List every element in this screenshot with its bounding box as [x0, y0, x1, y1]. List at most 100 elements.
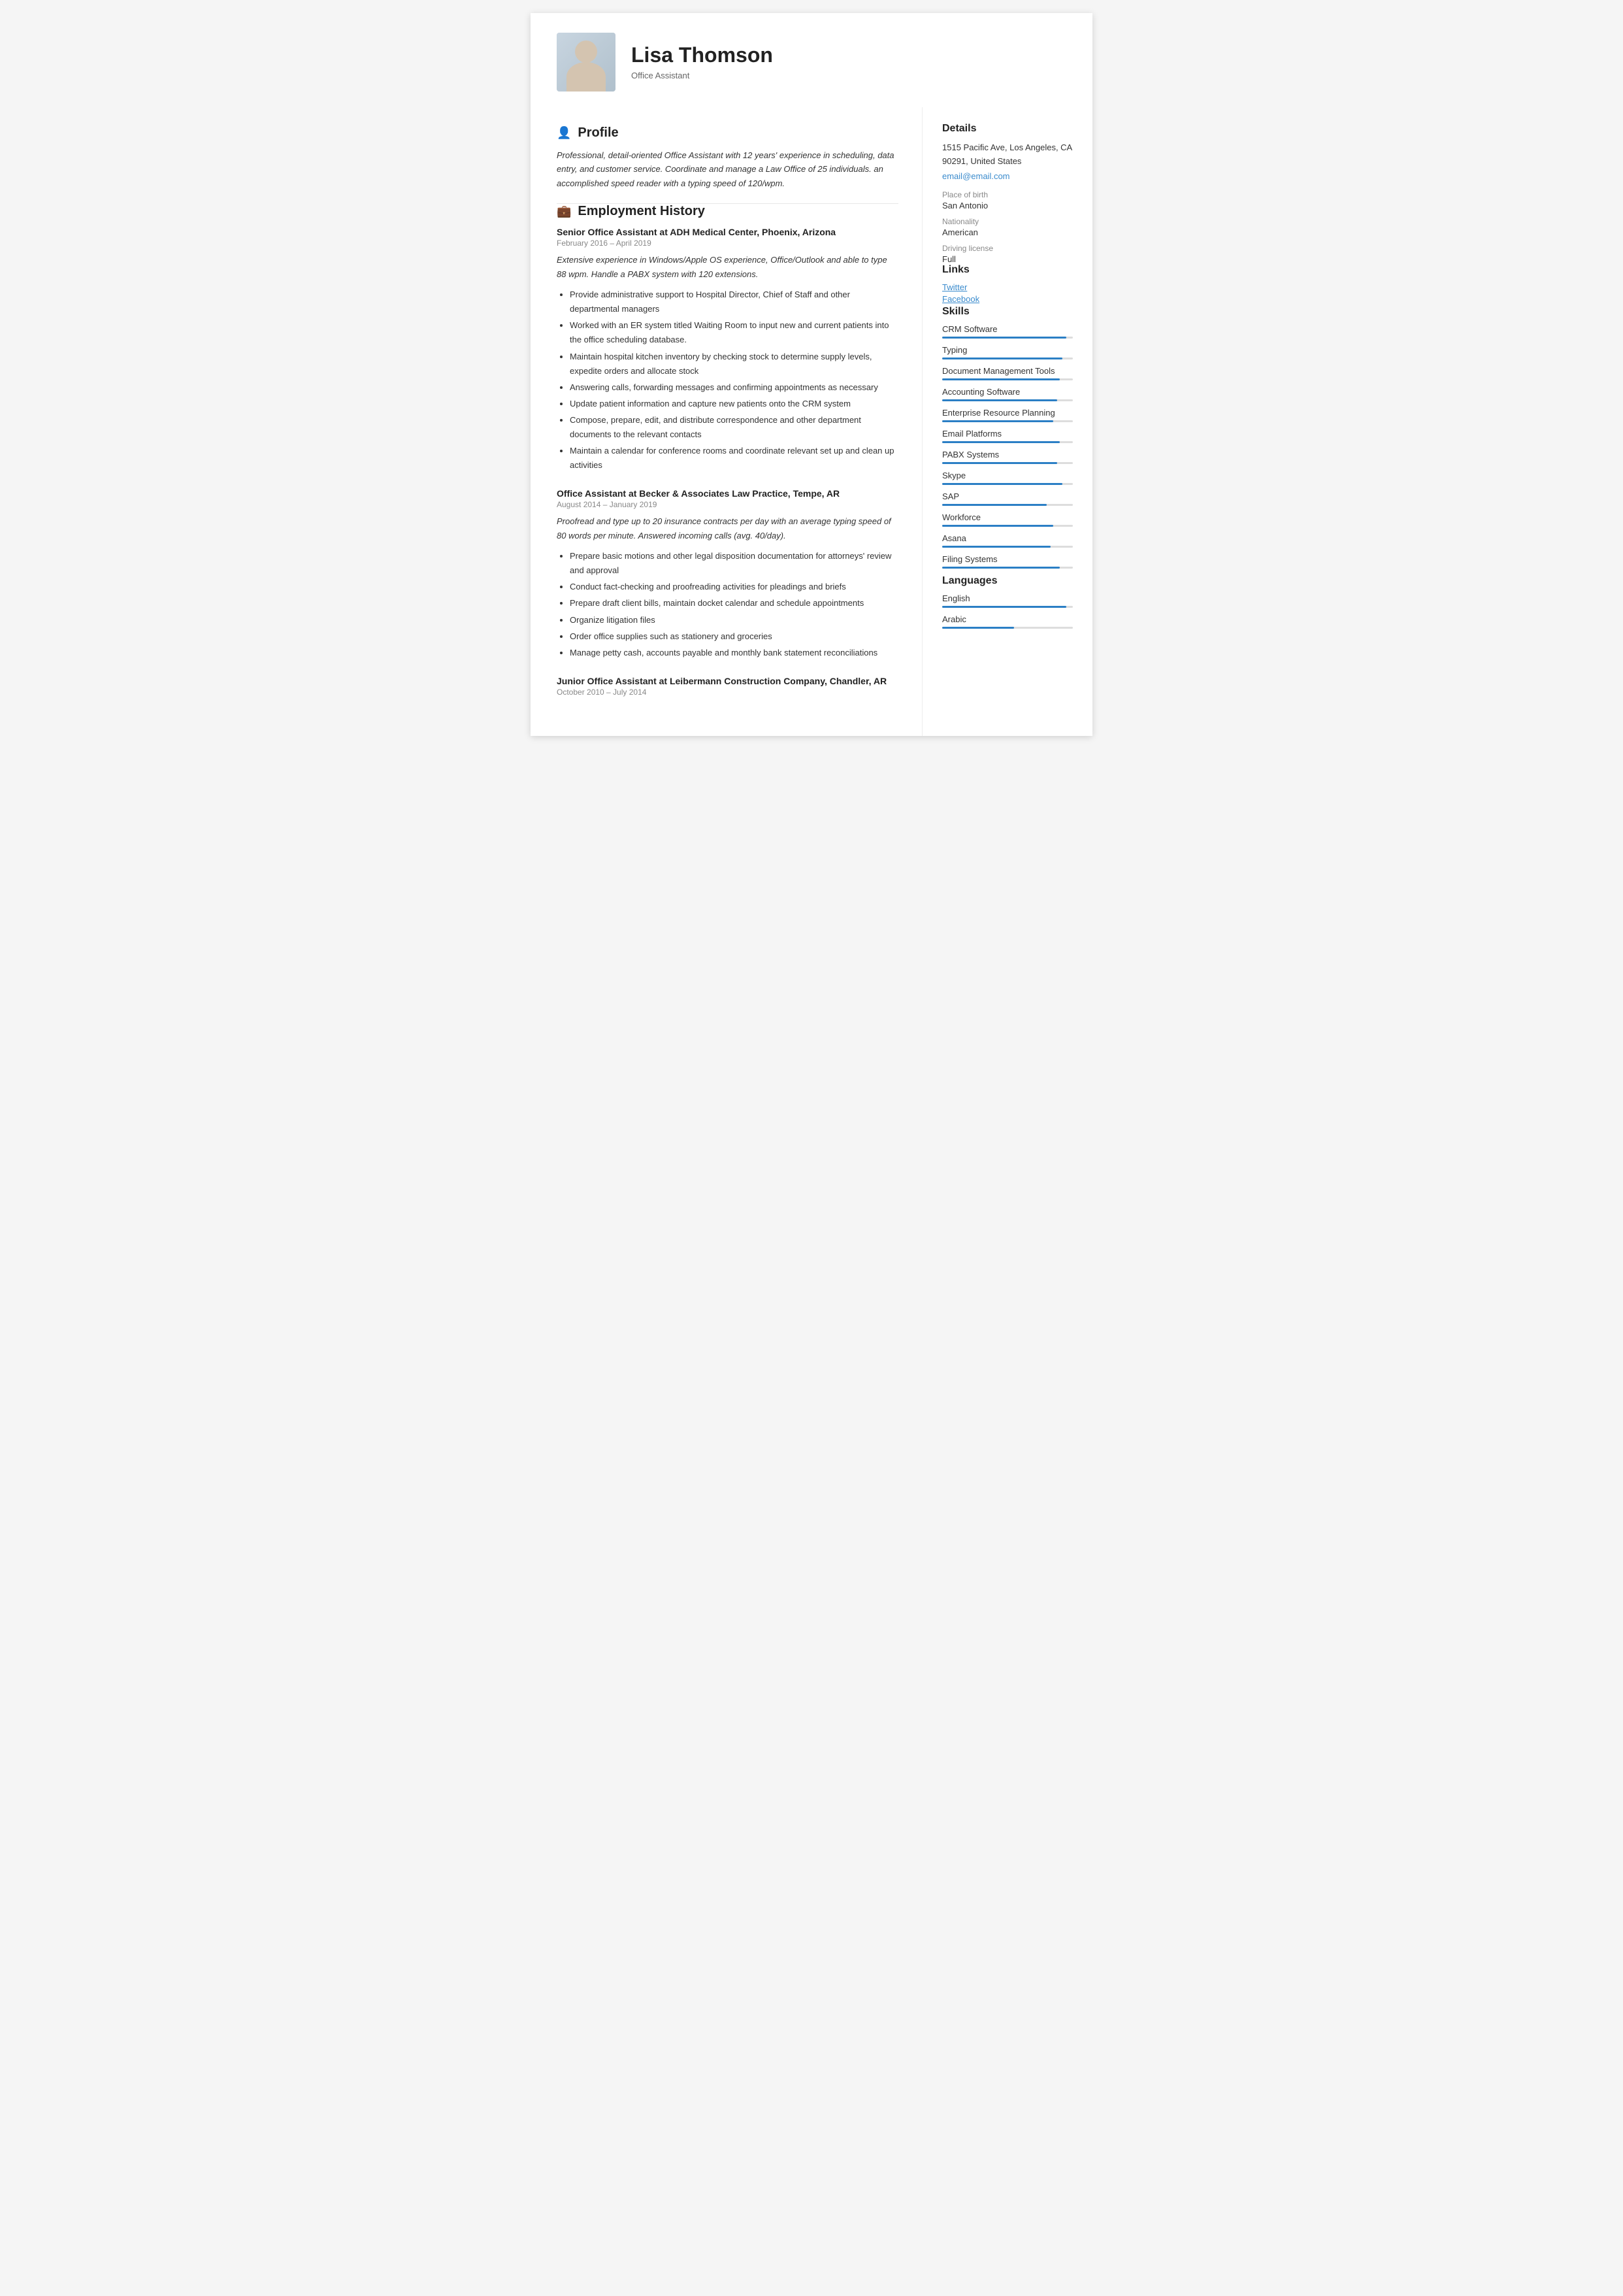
skill-bar-bg: [942, 462, 1073, 464]
skill-item: Email Platforms: [942, 429, 1073, 443]
job-dates-3: October 2010 – July 2014: [557, 688, 898, 697]
skill-bar-fill: [942, 358, 1062, 359]
right-column: Details 1515 Pacific Ave, Los Angeles, C…: [923, 107, 1092, 736]
skill-bar-bg: [942, 337, 1073, 339]
bullet: Organize litigation files: [570, 613, 898, 627]
place-of-birth-value: San Antonio: [942, 201, 1073, 210]
bullet: Prepare draft client bills, maintain doc…: [570, 596, 898, 610]
job-title-1: Senior Office Assistant at ADH Medical C…: [557, 227, 898, 237]
job-entry-2: Office Assistant at Becker & Associates …: [557, 488, 898, 660]
left-column: 👤 Profile Professional, detail-oriented …: [531, 107, 923, 736]
profile-section-title: 👤 Profile: [557, 125, 898, 141]
job-title-3: Junior Office Assistant at Leibermann Co…: [557, 676, 898, 686]
language-bar-bg: [942, 627, 1073, 629]
bullet: Prepare basic motions and other legal di…: [570, 549, 898, 578]
profile-icon: 👤: [557, 126, 571, 140]
skill-name: CRM Software: [942, 324, 1073, 334]
profile-section: 👤 Profile Professional, detail-oriented …: [557, 125, 898, 190]
details-section: Details 1515 Pacific Ave, Los Angeles, C…: [942, 123, 1073, 264]
skill-bar-bg: [942, 525, 1073, 527]
profile-text: Professional, detail-oriented Office Ass…: [557, 148, 898, 190]
link-facebook[interactable]: Facebook: [942, 294, 1073, 304]
links-section: Links Twitter Facebook: [942, 264, 1073, 304]
skill-item: Document Management Tools: [942, 366, 1073, 380]
main-content: 👤 Profile Professional, detail-oriented …: [531, 107, 1092, 736]
skill-name: Accounting Software: [942, 387, 1073, 397]
skills-list: CRM Software Typing Document Management …: [942, 324, 1073, 569]
language-name: English: [942, 593, 1073, 603]
skill-bar-bg: [942, 420, 1073, 422]
job-entry-1: Senior Office Assistant at ADH Medical C…: [557, 227, 898, 473]
bullet: Maintain hospital kitchen inventory by c…: [570, 350, 898, 378]
skill-bar-bg: [942, 567, 1073, 569]
skill-bar-fill: [942, 483, 1062, 485]
skill-bar-fill: [942, 567, 1060, 569]
bullet: Compose, prepare, edit, and distribute c…: [570, 413, 898, 442]
skill-bar-bg: [942, 483, 1073, 485]
skill-item: Enterprise Resource Planning: [942, 408, 1073, 422]
skill-name: Typing: [942, 345, 1073, 355]
skill-item: PABX Systems: [942, 450, 1073, 464]
job-desc-1: Extensive experience in Windows/Apple OS…: [557, 253, 898, 281]
language-item: Arabic: [942, 614, 1073, 629]
skill-name: Asana: [942, 533, 1073, 543]
details-title: Details: [942, 123, 1073, 135]
skills-section: Skills CRM Software Typing Document Mana…: [942, 306, 1073, 569]
language-bar-fill: [942, 627, 1014, 629]
links-title: Links: [942, 264, 1073, 276]
bullet: Worked with an ER system titled Waiting …: [570, 318, 898, 347]
job-dates-2: August 2014 – January 2019: [557, 500, 898, 509]
skill-bar-fill: [942, 441, 1060, 443]
job-desc-2: Proofread and type up to 20 insurance co…: [557, 514, 898, 542]
job-dates-1: February 2016 – April 2019: [557, 239, 898, 248]
language-bar-bg: [942, 606, 1073, 608]
job-title-2: Office Assistant at Becker & Associates …: [557, 488, 898, 499]
skill-name: Filing Systems: [942, 554, 1073, 564]
skill-bar-fill: [942, 378, 1060, 380]
skill-item: Asana: [942, 533, 1073, 548]
bullet: Maintain a calendar for conference rooms…: [570, 444, 898, 473]
bullet: Order office supplies such as stationery…: [570, 629, 898, 644]
employment-section-title: 💼 Employment History: [557, 204, 898, 219]
skill-bar-fill: [942, 337, 1066, 339]
link-twitter[interactable]: Twitter: [942, 282, 1073, 292]
skill-name: SAP: [942, 491, 1073, 501]
skill-bar-bg: [942, 399, 1073, 401]
driving-license-value: Full: [942, 254, 1073, 264]
bullet: Manage petty cash, accounts payable and …: [570, 646, 898, 660]
skill-bar-bg: [942, 546, 1073, 548]
skill-bar-fill: [942, 504, 1047, 506]
skill-name: Enterprise Resource Planning: [942, 408, 1073, 418]
skill-bar-fill: [942, 546, 1051, 548]
skill-bar-bg: [942, 358, 1073, 359]
skill-item: Skype: [942, 471, 1073, 485]
bullet: Conduct fact-checking and proofreading a…: [570, 580, 898, 594]
header: Lisa Thomson Office Assistant: [531, 13, 1092, 107]
languages-section: Languages English Arabic: [942, 575, 1073, 629]
skill-bar-bg: [942, 378, 1073, 380]
skill-item: CRM Software: [942, 324, 1073, 339]
skill-item: Workforce: [942, 512, 1073, 527]
skill-bar-fill: [942, 420, 1053, 422]
detail-email: email@email.com: [942, 171, 1073, 181]
skill-bar-fill: [942, 462, 1057, 464]
skill-name: Skype: [942, 471, 1073, 480]
skill-bar-fill: [942, 399, 1057, 401]
language-item: English: [942, 593, 1073, 608]
candidate-job-title: Office Assistant: [631, 71, 773, 80]
skill-bar-bg: [942, 441, 1073, 443]
skill-name: Workforce: [942, 512, 1073, 522]
employment-section: 💼 Employment History Senior Office Assis…: [557, 204, 898, 697]
language-name: Arabic: [942, 614, 1073, 624]
job-bullets-1: Provide administrative support to Hospit…: [557, 288, 898, 473]
avatar: [557, 33, 615, 92]
driving-license-label: Driving license: [942, 244, 1073, 253]
skill-item: Typing: [942, 345, 1073, 359]
bullet: Answering calls, forwarding messages and…: [570, 380, 898, 395]
skill-name: PABX Systems: [942, 450, 1073, 459]
job-entry-3: Junior Office Assistant at Leibermann Co…: [557, 676, 898, 697]
header-info: Lisa Thomson Office Assistant: [631, 44, 773, 80]
skill-item: Filing Systems: [942, 554, 1073, 569]
skill-item: SAP: [942, 491, 1073, 506]
skills-title: Skills: [942, 306, 1073, 318]
